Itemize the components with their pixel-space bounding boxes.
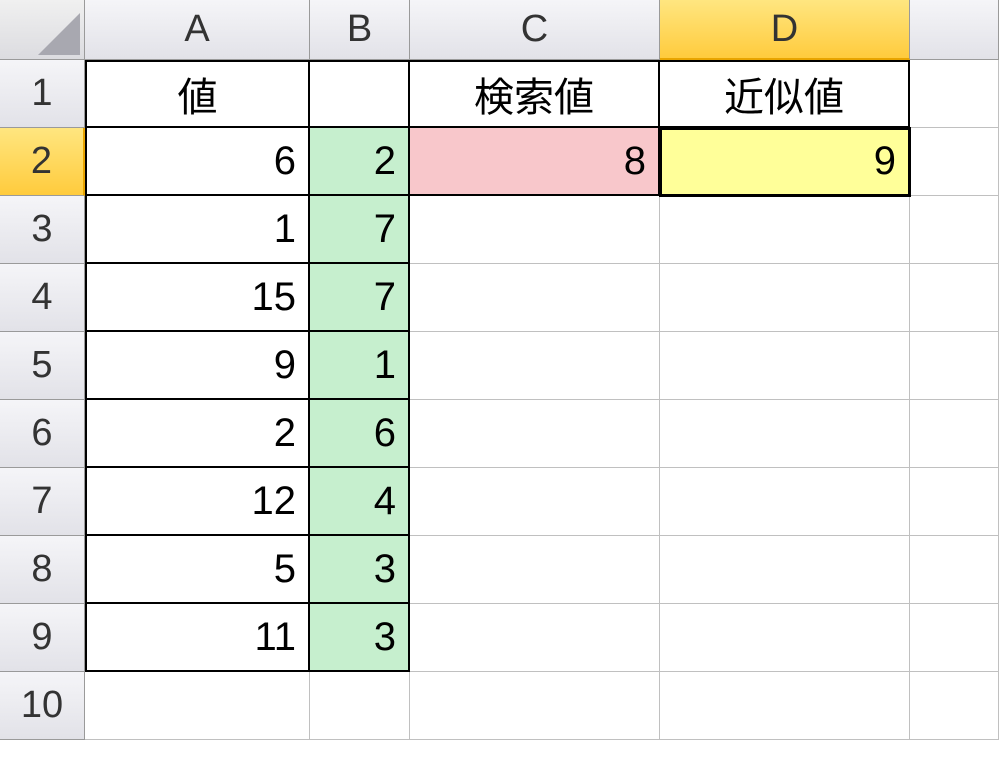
cell-B3[interactable]: 7 — [310, 196, 410, 264]
cell-A6[interactable]: 2 — [85, 400, 310, 468]
cell-E4[interactable] — [910, 264, 999, 332]
col-header-D[interactable]: D — [660, 0, 910, 60]
cell-D5[interactable] — [660, 332, 910, 400]
spreadsheet-grid: A B C D 1 値 検索値 近似値 2 6 2 8 9 3 1 7 4 15… — [0, 0, 999, 740]
cell-E9[interactable] — [910, 604, 999, 672]
cell-D4[interactable] — [660, 264, 910, 332]
cell-E6[interactable] — [910, 400, 999, 468]
cell-A7[interactable]: 12 — [85, 468, 310, 536]
col-header-E[interactable] — [910, 0, 999, 60]
cell-B7[interactable]: 4 — [310, 468, 410, 536]
cell-D1[interactable]: 近似値 — [660, 60, 910, 128]
cell-C4[interactable] — [410, 264, 660, 332]
cell-E2[interactable] — [910, 128, 999, 196]
cell-B8[interactable]: 3 — [310, 536, 410, 604]
cell-B2[interactable]: 2 — [310, 128, 410, 196]
cell-A8[interactable]: 5 — [85, 536, 310, 604]
col-header-A[interactable]: A — [85, 0, 310, 60]
cell-B6[interactable]: 6 — [310, 400, 410, 468]
row-header-4[interactable]: 4 — [0, 264, 85, 332]
row-header-9[interactable]: 9 — [0, 604, 85, 672]
cell-C7[interactable] — [410, 468, 660, 536]
cell-E1[interactable] — [910, 60, 999, 128]
cell-B1[interactable] — [310, 60, 410, 128]
cell-D8[interactable] — [660, 536, 910, 604]
row-header-3[interactable]: 3 — [0, 196, 85, 264]
cell-C6[interactable] — [410, 400, 660, 468]
cell-A4[interactable]: 15 — [85, 264, 310, 332]
row-header-6[interactable]: 6 — [0, 400, 85, 468]
cell-C2[interactable]: 8 — [410, 128, 660, 196]
row-header-5[interactable]: 5 — [0, 332, 85, 400]
cell-C1[interactable]: 検索値 — [410, 60, 660, 128]
cell-D3[interactable] — [660, 196, 910, 264]
cell-D2[interactable]: 9 — [660, 128, 910, 196]
cell-A3[interactable]: 1 — [85, 196, 310, 264]
select-all-corner[interactable] — [0, 0, 85, 60]
cell-A9[interactable]: 11 — [85, 604, 310, 672]
cell-A2[interactable]: 6 — [85, 128, 310, 196]
cell-B4[interactable]: 7 — [310, 264, 410, 332]
cell-C3[interactable] — [410, 196, 660, 264]
cell-A10[interactable] — [85, 672, 310, 740]
cell-B5[interactable]: 1 — [310, 332, 410, 400]
row-header-10[interactable]: 10 — [0, 672, 85, 740]
cell-D10[interactable] — [660, 672, 910, 740]
cell-E5[interactable] — [910, 332, 999, 400]
cell-D9[interactable] — [660, 604, 910, 672]
cell-E10[interactable] — [910, 672, 999, 740]
cell-C8[interactable] — [410, 536, 660, 604]
cell-E8[interactable] — [910, 536, 999, 604]
cell-D7[interactable] — [660, 468, 910, 536]
cell-A1[interactable]: 値 — [85, 60, 310, 128]
cell-C10[interactable] — [410, 672, 660, 740]
cell-D6[interactable] — [660, 400, 910, 468]
cell-E3[interactable] — [910, 196, 999, 264]
row-header-2[interactable]: 2 — [0, 128, 85, 196]
cell-C9[interactable] — [410, 604, 660, 672]
col-header-B[interactable]: B — [310, 0, 410, 60]
row-header-1[interactable]: 1 — [0, 60, 85, 128]
cell-E7[interactable] — [910, 468, 999, 536]
cell-B9[interactable]: 3 — [310, 604, 410, 672]
row-header-7[interactable]: 7 — [0, 468, 85, 536]
cell-C5[interactable] — [410, 332, 660, 400]
col-header-C[interactable]: C — [410, 0, 660, 60]
cell-B10[interactable] — [310, 672, 410, 740]
row-header-8[interactable]: 8 — [0, 536, 85, 604]
cell-A5[interactable]: 9 — [85, 332, 310, 400]
